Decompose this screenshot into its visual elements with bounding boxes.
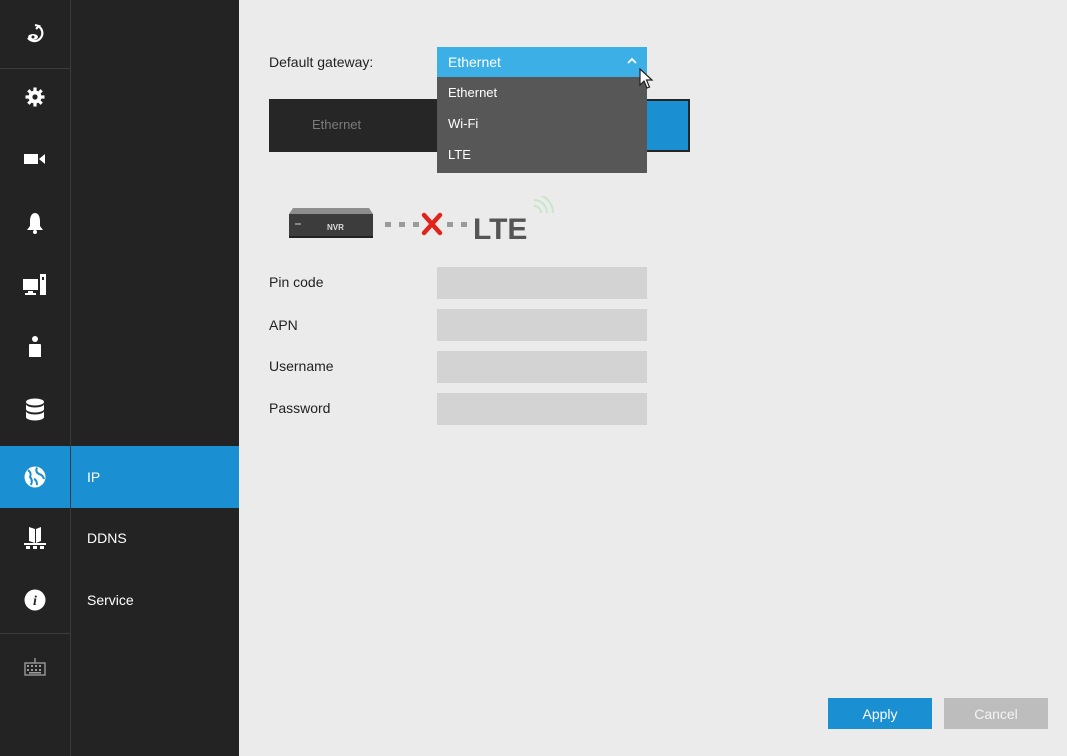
camera-icon[interactable]	[0, 128, 70, 190]
username-label: Username	[269, 358, 334, 374]
apn-field[interactable]	[437, 309, 647, 341]
submenu-item-label: DDNS	[87, 530, 127, 546]
username-field[interactable]	[437, 351, 647, 383]
mouse-cursor-icon	[639, 68, 654, 89]
nvr-label: NVR	[327, 223, 344, 232]
dropdown-option-ethernet[interactable]: Ethernet	[437, 77, 647, 108]
connection-diagram: NVR LTE	[289, 196, 554, 246]
nvr-device-icon: NVR	[289, 208, 373, 238]
apn-label: APN	[269, 317, 298, 333]
submenu-item-label: IP	[87, 469, 101, 485]
apply-button[interactable]: Apply	[828, 698, 932, 729]
info-icon[interactable]: i	[0, 569, 70, 631]
password-label: Password	[269, 400, 331, 416]
icon-rail: i	[0, 0, 71, 756]
pin-code-field[interactable]	[437, 267, 647, 299]
keyboard-icon[interactable]	[0, 636, 70, 698]
default-gateway-dropdown: Ethernet Wi-Fi LTE	[437, 77, 647, 173]
default-gateway-select[interactable]: Ethernet	[437, 47, 647, 77]
lte-label: LTE	[473, 213, 527, 246]
gear-icon[interactable]	[0, 66, 70, 128]
pin-code-label: Pin code	[269, 274, 324, 290]
app-window: i IP DDNS Service Default gateway: Ether…	[0, 0, 1067, 756]
cancel-button[interactable]: Cancel	[944, 698, 1048, 729]
tab-active-indicator[interactable]	[646, 101, 688, 150]
submenu: IP DDNS Service	[71, 0, 239, 756]
default-gateway-label: Default gateway:	[269, 54, 374, 70]
dropdown-option-wifi[interactable]: Wi-Fi	[437, 108, 647, 139]
link-dots	[385, 222, 467, 227]
tab-ethernet[interactable]: Ethernet	[312, 117, 361, 132]
bell-icon[interactable]	[0, 192, 70, 254]
password-field[interactable]	[437, 393, 647, 425]
disconnected-x-icon	[421, 212, 443, 236]
submenu-item-label: Service	[87, 592, 134, 608]
chevron-up-icon	[627, 57, 637, 64]
rail-divider	[0, 633, 70, 634]
main-panel: Default gateway: Ethernet Ethernet Ether…	[239, 0, 1067, 756]
dropdown-option-lte[interactable]: LTE	[437, 139, 647, 170]
submenu-item-ddns[interactable]: DDNS	[71, 507, 239, 569]
signal-waves-icon	[533, 196, 554, 214]
database-icon[interactable]	[0, 379, 70, 441]
submenu-item-ip[interactable]: IP	[71, 446, 239, 508]
default-gateway-value: Ethernet	[448, 54, 501, 70]
user-icon[interactable]	[0, 316, 70, 378]
globe-icon[interactable]	[0, 446, 70, 508]
network-share-icon[interactable]	[0, 507, 70, 569]
monitor-icon[interactable]	[0, 254, 70, 316]
submenu-item-service[interactable]: Service	[71, 569, 239, 631]
live-view-icon[interactable]	[0, 3, 70, 65]
svg-text:i: i	[33, 594, 37, 609]
